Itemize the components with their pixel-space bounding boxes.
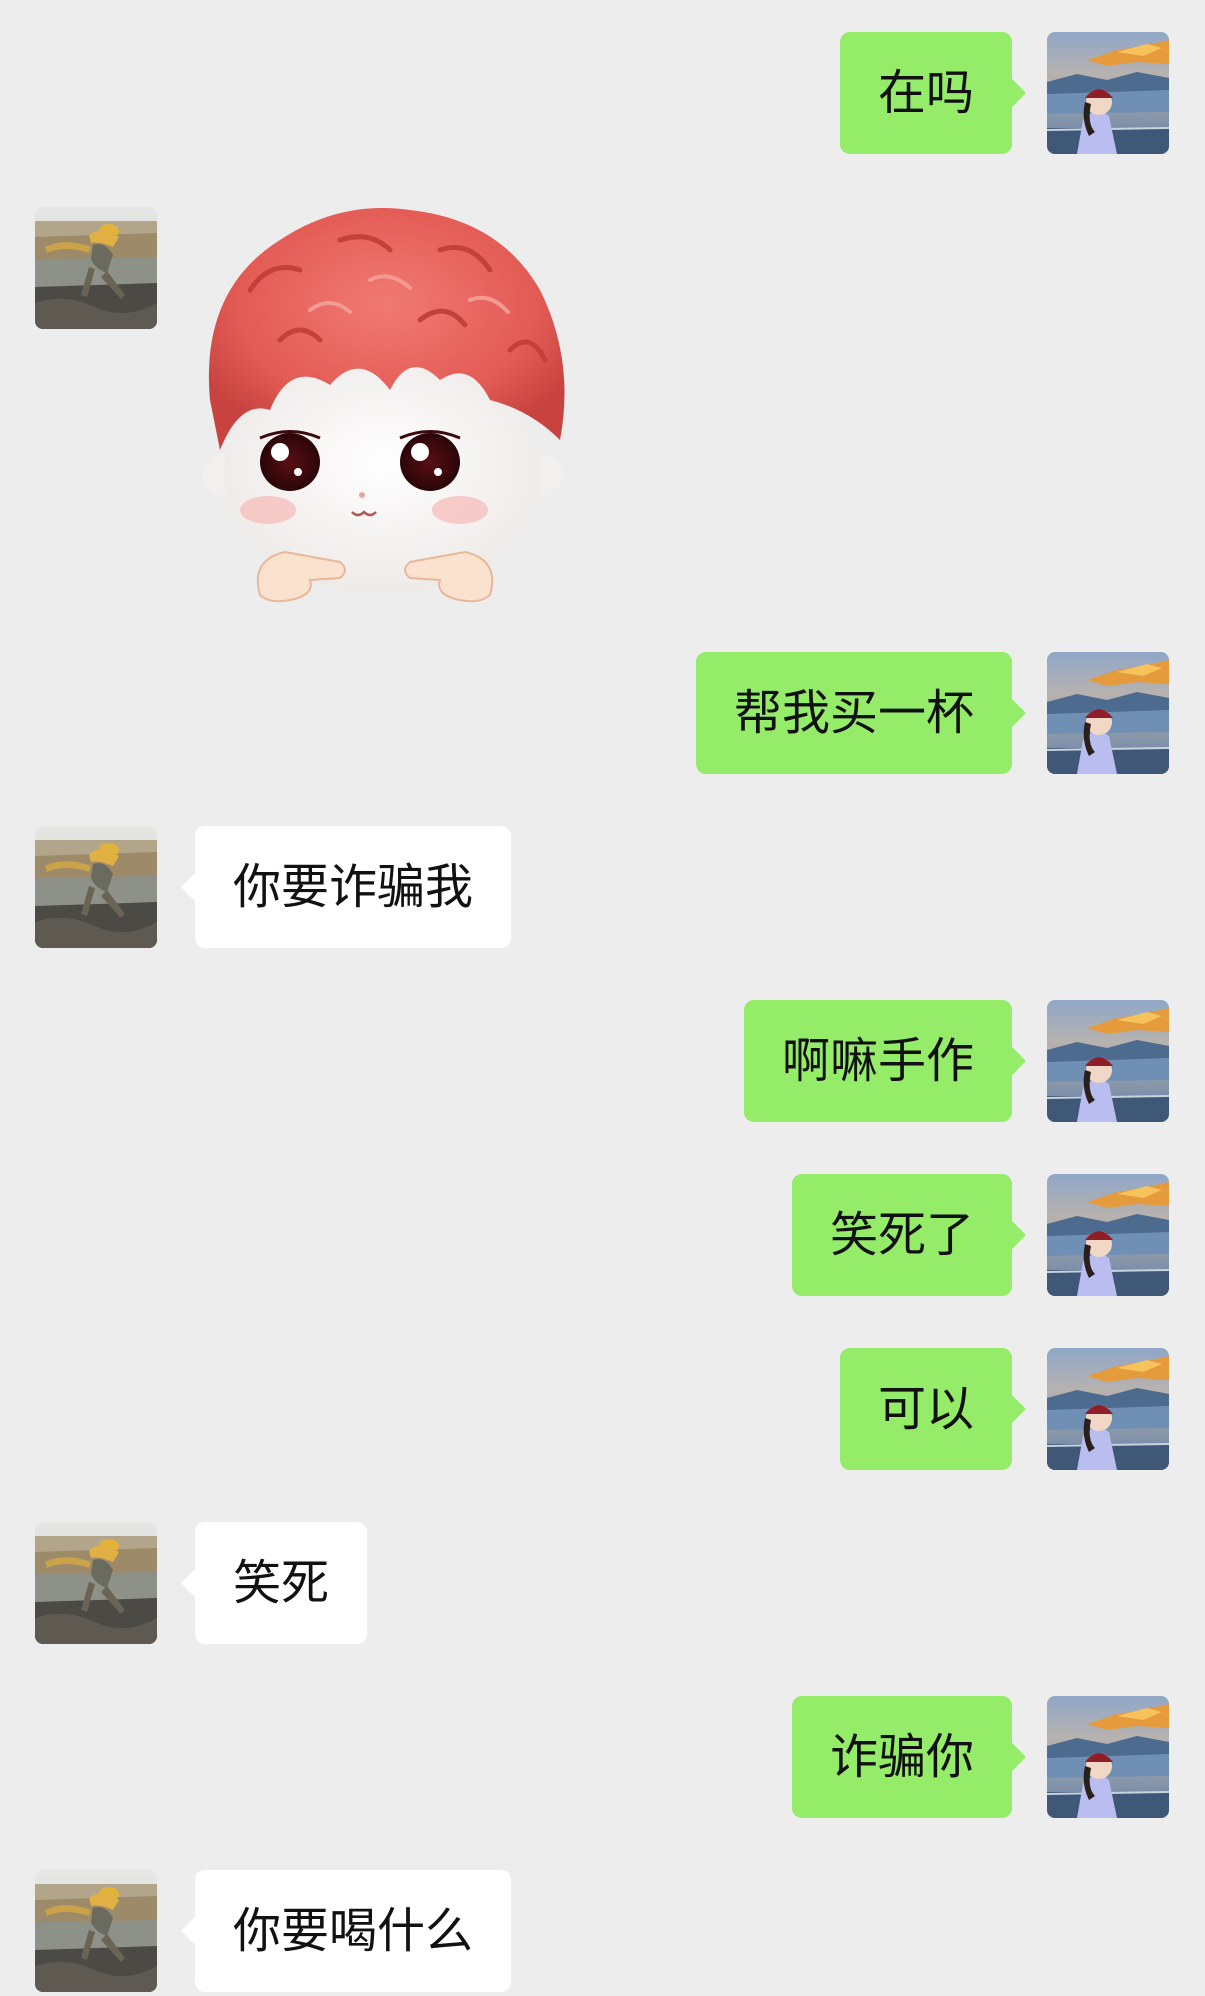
chat-area: 在吗 帮我买一杯 你要诈骗我 啊嘛手作 笑死了 可以 笑死 诈骗你 你要喝什么 (0, 0, 1205, 1996)
message-bubble-self[interactable]: 在吗 (839, 32, 1027, 154)
self-avatar[interactable] (1047, 1696, 1169, 1818)
message-bubble-self[interactable]: 笑死了 (791, 1174, 1027, 1296)
other-avatar[interactable] (35, 1870, 157, 1992)
message-bubble-other[interactable]: 你要喝什么 (180, 1870, 512, 1992)
self-avatar[interactable] (1047, 1000, 1169, 1122)
message-bubble-other[interactable]: 笑死 (180, 1522, 368, 1644)
message-bubble-self[interactable]: 可以 (839, 1348, 1027, 1470)
self-avatar[interactable] (1047, 1174, 1169, 1296)
message-bubble-self[interactable]: 啊嘛手作 (743, 1000, 1027, 1122)
sticker-plush-doll[interactable] (190, 200, 590, 610)
message-bubble-other[interactable]: 你要诈骗我 (180, 826, 512, 948)
message-bubble-self[interactable]: 诈骗你 (791, 1696, 1027, 1818)
self-avatar[interactable] (1047, 652, 1169, 774)
self-avatar[interactable] (1047, 1348, 1169, 1470)
other-avatar[interactable] (35, 1522, 157, 1644)
self-avatar[interactable] (1047, 32, 1169, 154)
other-avatar[interactable] (35, 826, 157, 948)
message-bubble-self[interactable]: 帮我买一杯 (695, 652, 1027, 774)
other-avatar[interactable] (35, 207, 157, 329)
